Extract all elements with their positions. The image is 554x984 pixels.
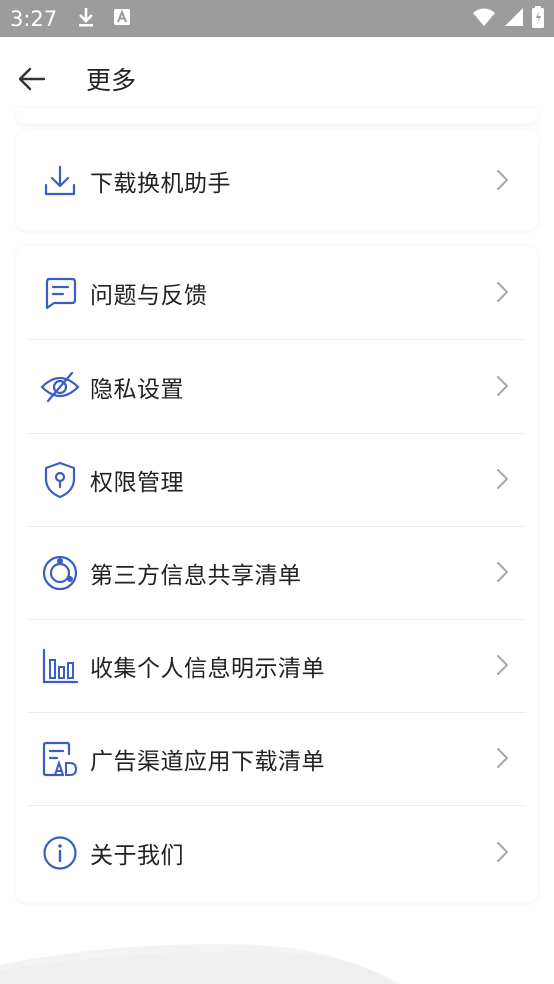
menu-item-personal-info-list[interactable]: 收集个人信息明示清单: [28, 619, 526, 712]
menu-item-privacy[interactable]: 隐私设置: [28, 340, 526, 433]
menu-item-label: 下载换机助手: [90, 170, 231, 197]
menu-item-feedback[interactable]: 问题与反馈: [28, 246, 526, 339]
settings-list-card: 问题与反馈 隐私设置 权限管理 第三方信息共享清单 收集个人信息明示清单 广告渠…: [16, 246, 538, 902]
eye-off-icon: [40, 367, 80, 407]
menu-item-label: 隐私设置: [90, 376, 184, 403]
menu-item-ad-channel-list[interactable]: 广告渠道应用下载清单: [28, 712, 526, 805]
menu-item-download-helper[interactable]: 下载换机助手: [28, 134, 526, 227]
menu-item-label: 收集个人信息明示清单: [90, 655, 325, 682]
menu-item-label: 广告渠道应用下载清单: [90, 748, 325, 775]
signal-icon: [504, 7, 524, 31]
arrow-left-icon: [18, 67, 46, 91]
menu-item-label: 问题与反馈: [90, 282, 208, 309]
download-helper-card: 下载换机助手: [16, 130, 538, 230]
chevron-right-icon: [497, 282, 508, 302]
chevron-right-icon: [497, 170, 508, 190]
download-icon: [40, 161, 80, 201]
shield-icon: [40, 460, 80, 500]
page-title: 更多: [86, 66, 137, 95]
download-status-icon: [77, 6, 95, 32]
menu-item-label: 权限管理: [90, 469, 184, 496]
feedback-icon: [40, 273, 80, 313]
menu-item-label: 第三方信息共享清单: [90, 562, 302, 589]
wifi-icon: [472, 7, 496, 31]
chevron-right-icon: [497, 842, 508, 862]
chevron-right-icon: [497, 376, 508, 396]
status-bar: 3:27: [0, 0, 554, 37]
menu-item-third-party-sharing[interactable]: 第三方信息共享清单: [28, 526, 526, 619]
status-time: 3:27: [10, 6, 58, 31]
ad-document-icon: [40, 739, 80, 779]
chevron-right-icon: [497, 748, 508, 768]
chevron-right-icon: [497, 469, 508, 489]
menu-item-permissions[interactable]: 权限管理: [28, 433, 526, 526]
chevron-right-icon: [497, 562, 508, 582]
font-status-icon: [113, 8, 131, 30]
chevron-right-icon: [497, 655, 508, 675]
decorative-background-wave: [0, 910, 554, 984]
previous-card: [16, 108, 538, 124]
orbit-icon: [40, 553, 80, 593]
info-icon: [40, 833, 80, 873]
battery-icon: [532, 5, 544, 32]
menu-item-label: 关于我们: [90, 842, 184, 869]
bar-chart-icon: [40, 646, 80, 686]
menu-item-about-us[interactable]: 关于我们: [28, 806, 526, 899]
back-button[interactable]: [14, 61, 50, 97]
app-header: 更多: [0, 37, 554, 117]
